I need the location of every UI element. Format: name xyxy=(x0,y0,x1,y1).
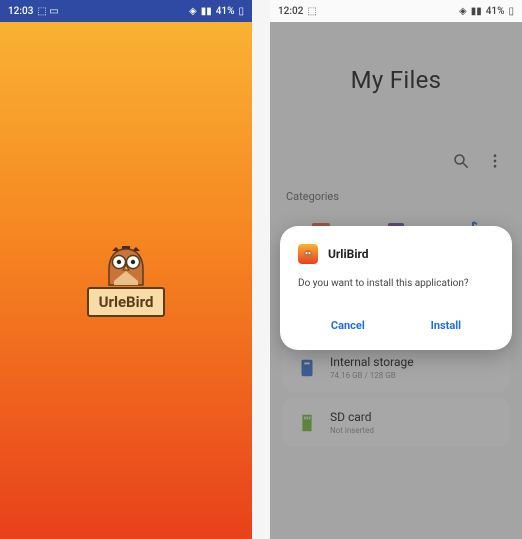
statusbar-right: 12:02 ⬚ ◈ ▮▮ 41% ▯ xyxy=(270,0,522,22)
dialog-app-icon xyxy=(298,244,318,264)
wifi-icon: ◈ xyxy=(189,6,197,17)
signal-icon: ▮▮ xyxy=(471,6,482,17)
signal-icon: ▮▮ xyxy=(201,6,212,17)
brand-label: UrleBird xyxy=(87,287,166,317)
status-misc-icon: ⬚ ▭ xyxy=(37,6,58,17)
status-time: 12:02 xyxy=(278,6,303,17)
dialog-message: Do you want to install this application? xyxy=(298,278,494,289)
battery-icon: ▯ xyxy=(508,6,514,17)
status-misc-icon: ⬚ xyxy=(307,6,316,17)
battery-icon: ▯ xyxy=(238,6,244,17)
phone-right-files: 12:02 ⬚ ◈ ▮▮ 41% ▯ My Files Categories xyxy=(270,0,522,539)
phone-left-splash: 12:03 ⬚ ▭ ◈ ▮▮ 41% ▯ UrleBird xyxy=(0,0,252,539)
wifi-icon: ◈ xyxy=(459,6,467,17)
battery-text: 41% xyxy=(486,6,505,17)
statusbar-left: 12:03 ⬚ ▭ ◈ ▮▮ 41% ▯ xyxy=(0,0,252,22)
install-dialog: UrliBird Do you want to install this app… xyxy=(280,226,512,350)
install-button[interactable]: Install xyxy=(419,311,473,340)
app-logo: UrleBird xyxy=(87,245,166,317)
battery-text: 41% xyxy=(216,6,235,17)
owl-icon xyxy=(102,245,150,289)
status-time: 12:03 xyxy=(8,6,33,17)
splash-screen: UrleBird xyxy=(0,22,252,539)
dialog-title: UrliBird xyxy=(328,247,369,261)
cancel-button[interactable]: Cancel xyxy=(319,311,377,340)
